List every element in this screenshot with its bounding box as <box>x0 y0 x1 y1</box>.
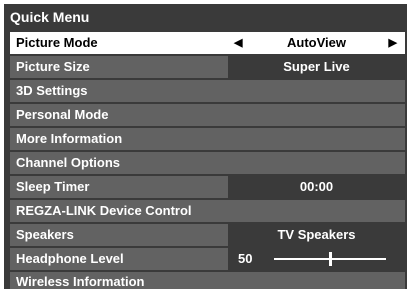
headphone-level-value: 50 <box>238 251 253 266</box>
headphone-level-control[interactable]: 50 <box>228 248 405 270</box>
row-personal-mode[interactable]: Personal Mode <box>10 104 405 126</box>
arrow-left-icon[interactable]: ◀ <box>234 32 242 54</box>
wireless-information-label: Wireless Information <box>16 274 145 289</box>
more-information-label: More Information <box>16 131 123 146</box>
headphone-level-label: Headphone Level <box>16 251 124 266</box>
sleep-timer-label: Sleep Timer <box>16 179 90 194</box>
row-channel-options[interactable]: Channel Options <box>10 152 405 174</box>
row-3d-settings[interactable]: 3D Settings <box>10 80 405 102</box>
channel-options-label: Channel Options <box>16 155 120 170</box>
regza-link-label: REGZA-LINK Device Control <box>16 203 192 218</box>
picture-size-value: Super Live <box>228 56 405 78</box>
speakers-value: TV Speakers <box>228 224 405 246</box>
row-picture-size[interactable]: Picture Size Super Live <box>10 56 405 78</box>
row-picture-mode[interactable]: Picture Mode ◀ AutoView ▶ <box>10 32 405 54</box>
picture-mode-value-text: AutoView <box>287 35 346 50</box>
row-wireless-information[interactable]: Wireless Information <box>10 272 405 289</box>
row-more-information[interactable]: More Information <box>10 128 405 150</box>
picture-size-label: Picture Size <box>16 59 90 74</box>
menu-title: Quick Menu <box>10 9 90 25</box>
sleep-timer-value: 00:00 <box>228 176 405 198</box>
row-sleep-timer[interactable]: Sleep Timer 00:00 <box>10 176 405 198</box>
speakers-label: Speakers <box>16 227 74 242</box>
row-speakers[interactable]: Speakers TV Speakers <box>10 224 405 246</box>
row-regza-link[interactable]: REGZA-LINK Device Control <box>10 200 405 222</box>
picture-mode-label: Picture Mode <box>16 35 98 50</box>
headphone-level-slider-thumb[interactable] <box>329 252 332 266</box>
picture-mode-value[interactable]: ◀ AutoView ▶ <box>228 32 405 54</box>
3d-settings-label: 3D Settings <box>16 83 88 98</box>
arrow-right-icon[interactable]: ▶ <box>389 32 397 54</box>
personal-mode-label: Personal Mode <box>16 107 109 122</box>
quick-menu: Quick Menu Picture Mode ◀ AutoView ▶ Pic… <box>4 4 407 289</box>
row-headphone-level[interactable]: Headphone Level 50 <box>10 248 405 270</box>
